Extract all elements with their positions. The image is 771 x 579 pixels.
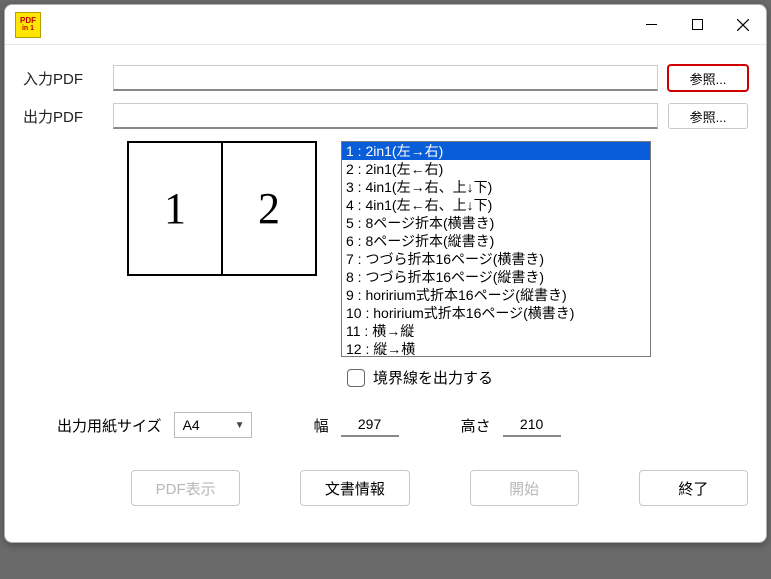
border-checkbox-label: 境界線を出力する (373, 367, 493, 388)
border-checkbox[interactable] (347, 369, 365, 387)
app-icon-line2: in 1 (22, 25, 34, 33)
input-pdf-label: 入力PDF (23, 68, 113, 89)
paper-size-value: A4 (183, 417, 200, 433)
input-pdf-field[interactable] (113, 65, 658, 91)
layout-listbox[interactable]: 1 : 2in1(左→右)2 : 2in1(左←右)3 : 4in1(左→右、上… (341, 141, 651, 357)
minimize-icon (646, 19, 657, 30)
layout-option[interactable]: 4 : 4in1(左←右、上↓下) (342, 196, 650, 214)
exit-button[interactable]: 終了 (639, 470, 748, 506)
height-label: 高さ (461, 415, 491, 436)
client-area: 入力PDF 参照... 出力PDF 参照... 1 2 1 : 2in1(左→右… (5, 45, 766, 542)
paper-size-row: 出力用紙サイズ A4 ▼ 幅 高さ (23, 412, 748, 438)
output-pdf-label: 出力PDF (23, 106, 113, 127)
app-icon-line1: PDF (20, 17, 36, 25)
input-pdf-row: 入力PDF 参照... (23, 65, 748, 91)
action-buttons-row: PDF表示 文書情報 開始 終了 (23, 470, 748, 506)
width-input[interactable] (341, 413, 399, 437)
layout-option[interactable]: 12 : 縦→横 (342, 340, 650, 357)
width-label: 幅 (314, 415, 329, 436)
maximize-button[interactable] (674, 5, 720, 45)
minimize-button[interactable] (628, 5, 674, 45)
layout-option[interactable]: 1 : 2in1(左→右) (342, 142, 650, 160)
layout-option[interactable]: 11 : 横→縦 (342, 322, 650, 340)
border-check-row: 境界線を出力する (347, 367, 748, 388)
paper-size-dropdown[interactable]: A4 ▼ (174, 412, 252, 438)
paper-size-label: 出力用紙サイズ (57, 415, 162, 436)
pdf-view-button[interactable]: PDF表示 (131, 470, 240, 506)
app-icon: PDF in 1 (15, 12, 41, 38)
start-button[interactable]: 開始 (470, 470, 579, 506)
preview-cell-1: 1 (129, 143, 223, 274)
layout-option[interactable]: 8 : つづら折本16ページ(縦書き) (342, 268, 650, 286)
close-icon (737, 19, 749, 31)
height-input[interactable] (503, 413, 561, 437)
doc-info-button[interactable]: 文書情報 (300, 470, 409, 506)
layout-option[interactable]: 2 : 2in1(左←右) (342, 160, 650, 178)
preview-cell-2: 2 (223, 143, 315, 274)
layout-option[interactable]: 7 : つづら折本16ページ(横書き) (342, 250, 650, 268)
maximize-icon (692, 19, 703, 30)
application-window: PDF in 1 入力PDF 参照... 出力PDF 参照... 1 2 (4, 4, 767, 543)
layout-option[interactable]: 3 : 4in1(左→右、上↓下) (342, 178, 650, 196)
layout-option[interactable]: 10 : horirium式折本16ページ(横書き) (342, 304, 650, 322)
output-browse-button[interactable]: 参照... (668, 103, 748, 129)
layout-option[interactable]: 9 : horirium式折本16ページ(縦書き) (342, 286, 650, 304)
mid-section: 1 2 1 : 2in1(左→右)2 : 2in1(左←右)3 : 4in1(左… (23, 141, 748, 357)
close-button[interactable] (720, 5, 766, 45)
layout-option[interactable]: 6 : 8ページ折本(縦書き) (342, 232, 650, 250)
output-pdf-row: 出力PDF 参照... (23, 103, 748, 129)
chevron-down-icon: ▼ (235, 420, 245, 431)
output-pdf-field[interactable] (113, 103, 658, 129)
layout-option[interactable]: 5 : 8ページ折本(横書き) (342, 214, 650, 232)
titlebar: PDF in 1 (5, 5, 766, 45)
layout-preview: 1 2 (127, 141, 317, 276)
input-browse-button[interactable]: 参照... (668, 65, 748, 91)
